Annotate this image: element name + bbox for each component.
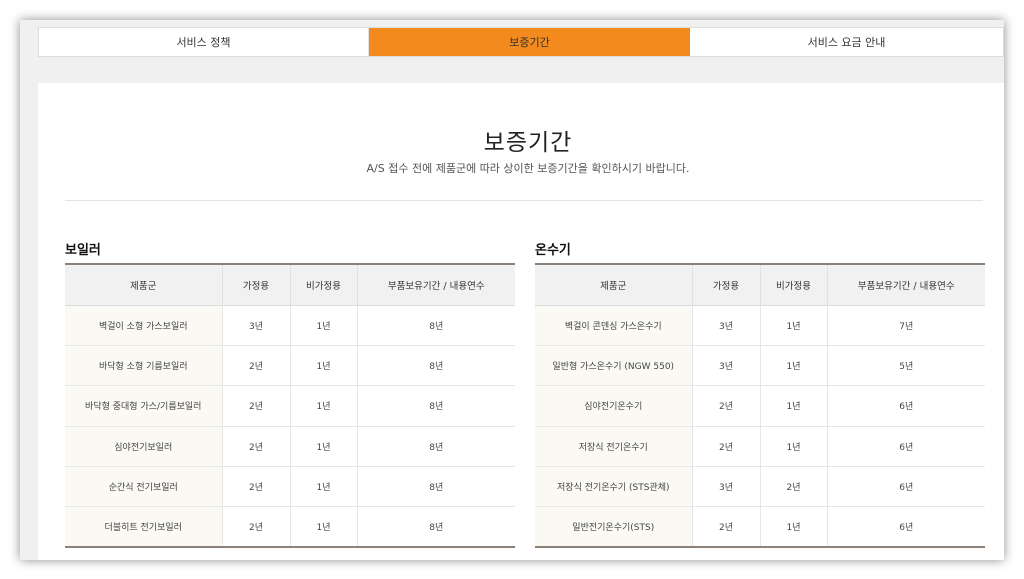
browser-window: 서비스 정책 보증기간 서비스 요금 안내 보증기간 A/S 접수 전에 제품군… [20,20,1004,560]
parts-period-cell: 6년 [899,523,914,534]
table-row: 심야전기보일러 2년 1년 8년 [65,426,515,468]
parts-period-cell: 6년 [827,466,985,508]
parts-period-cell: 8년 [357,345,515,387]
parts-period-cell: 8년 [357,305,515,346]
column-header-product-group: 제품군 [65,264,223,306]
non-household-cell: 1년 [290,345,358,387]
household-cell: 2년 [222,466,291,508]
boiler-section-title: 보일러 [65,243,101,258]
page-subtitle: A/S 접수 전에 제품군에 따라 상이한 보증기간을 확인하시기 바랍니다. [366,162,690,175]
parts-period-cell: 8년 [357,466,515,508]
page-title: 보증기간 [483,130,573,156]
non-household-cell: 1년 [290,385,358,427]
parts-period-cell: 8년 [357,385,515,427]
tab-service-policy[interactable]: 서비스 정책 [39,28,369,56]
non-household-cell: 1년 [760,506,828,548]
tab-warranty-period[interactable]: 보증기간 [369,28,690,56]
product-name-cell: 벽걸이 소형 가스보일러 [65,305,223,346]
parts-period-cell: 8년 [429,523,444,534]
product-name-cell: 더블히트 전기보일러 [65,506,223,548]
product-name-cell: 저장식 전기온수기 [535,426,693,468]
non-household-cell: 1년 [760,345,828,387]
table-row: 일반형 가스온수기 (NGW 550) 3년 1년 5년 [535,345,985,387]
non-household-cell: 1년 [760,385,828,427]
content-panel: 보증기간 A/S 접수 전에 제품군에 따라 상이한 보증기간을 확인하시기 바… [38,83,1004,560]
water-heater-warranty-table: 제품군 가정용 비가정용 부품보유기간 / 내용연수 벽걸이 콘덴싱 가스온수기… [535,263,985,549]
household-cell: 2년 [222,506,291,548]
tab-service-fee-guide[interactable]: 서비스 요금 안내 [690,28,1003,56]
product-name-cell: 심야전기온수기 [535,385,693,427]
non-household-cell: 1년 [760,305,828,346]
table-row: 벽걸이 소형 가스보일러 3년 1년 8년 [65,305,515,346]
product-name-cell: 심야전기보일러 [65,426,223,468]
parts-period-cell: 5년 [827,345,985,387]
parts-period-cell: 7년 [827,305,985,346]
household-cell: 2년 [222,426,291,468]
household-cell: 2년 [222,345,291,387]
product-name-cell: 바닥형 소형 기름보일러 [65,345,223,387]
non-household-cell: 1년 [760,426,828,468]
household-cell: 3년 [692,305,761,346]
table-row: 더블히트 전기보일러 2년 1년 8년 [65,506,515,548]
non-household-cell: 1년 [290,466,358,508]
table-row: 저장식 전기온수기 2년 1년 6년 [535,426,985,468]
non-household-cell: 1년 [290,506,358,548]
column-header-product-group: 제품군 [535,264,693,306]
table-row: 바닥형 소형 기름보일러 2년 1년 8년 [65,345,515,387]
table-row: 심야전기온수기 2년 1년 6년 [535,385,985,427]
column-header-household: 가정용 [692,264,761,306]
table-header-row: 제품군 가정용 비가정용 부품보유기간 / 내용연수 [535,264,985,306]
product-name-cell: 순간식 전기보일러 [65,466,223,508]
table-row: 바닥형 중대형 가스/기름보일러 2년 1년 8년 [65,385,515,427]
household-cell: 2년 [692,426,761,468]
table-row: 벽걸이 콘덴싱 가스온수기 3년 1년 7년 [535,305,985,346]
water-heater-section-title: 온수기 [535,243,571,258]
product-name-cell: 바닥형 중대형 가스/기름보일러 [65,385,223,427]
non-household-cell: 1년 [290,426,358,468]
household-cell: 2년 [692,506,761,548]
table-header-row: 제품군 가정용 비가정용 부품보유기간 / 내용연수 [65,264,515,306]
column-header-household: 가정용 [222,264,291,306]
household-cell: 2년 [222,385,291,427]
household-cell: 3년 [222,305,291,346]
divider [65,200,983,201]
table-row: 일반전기온수기(STS) 2년 1년 6년 [535,506,985,548]
parts-period-cell: 6년 [827,426,985,468]
column-header-non-household: 비가정용 [760,264,828,306]
product-name-cell: 저장식 전기온수기 (STS관체) [535,466,693,508]
column-header-non-household: 비가정용 [290,264,358,306]
boiler-warranty-table: 제품군 가정용 비가정용 부품보유기간 / 내용연수 벽걸이 소형 가스보일러 3… [65,263,515,549]
household-cell: 2년 [692,385,761,427]
non-household-cell: 1년 [290,305,358,346]
column-header-parts-period: 부품보유기간 / 내용연수 [827,264,985,306]
product-name-cell: 벽걸이 콘덴싱 가스온수기 [535,305,693,346]
non-household-cell: 2년 [760,466,828,508]
household-cell: 3년 [692,466,761,508]
product-name-cell: 일반형 가스온수기 (NGW 550) [535,345,693,387]
table-row: 저장식 전기온수기 (STS관체) 3년 2년 6년 [535,466,985,508]
table-row: 순간식 전기보일러 2년 1년 8년 [65,466,515,508]
tab-bar: 서비스 정책 보증기간 서비스 요금 안내 [38,27,1004,57]
parts-period-cell: 6년 [827,385,985,427]
household-cell: 3년 [692,345,761,387]
column-header-parts-period: 부품보유기간 / 내용연수 [357,264,515,306]
product-name-cell: 일반전기온수기(STS) [535,506,693,548]
parts-period-cell: 8년 [357,426,515,468]
